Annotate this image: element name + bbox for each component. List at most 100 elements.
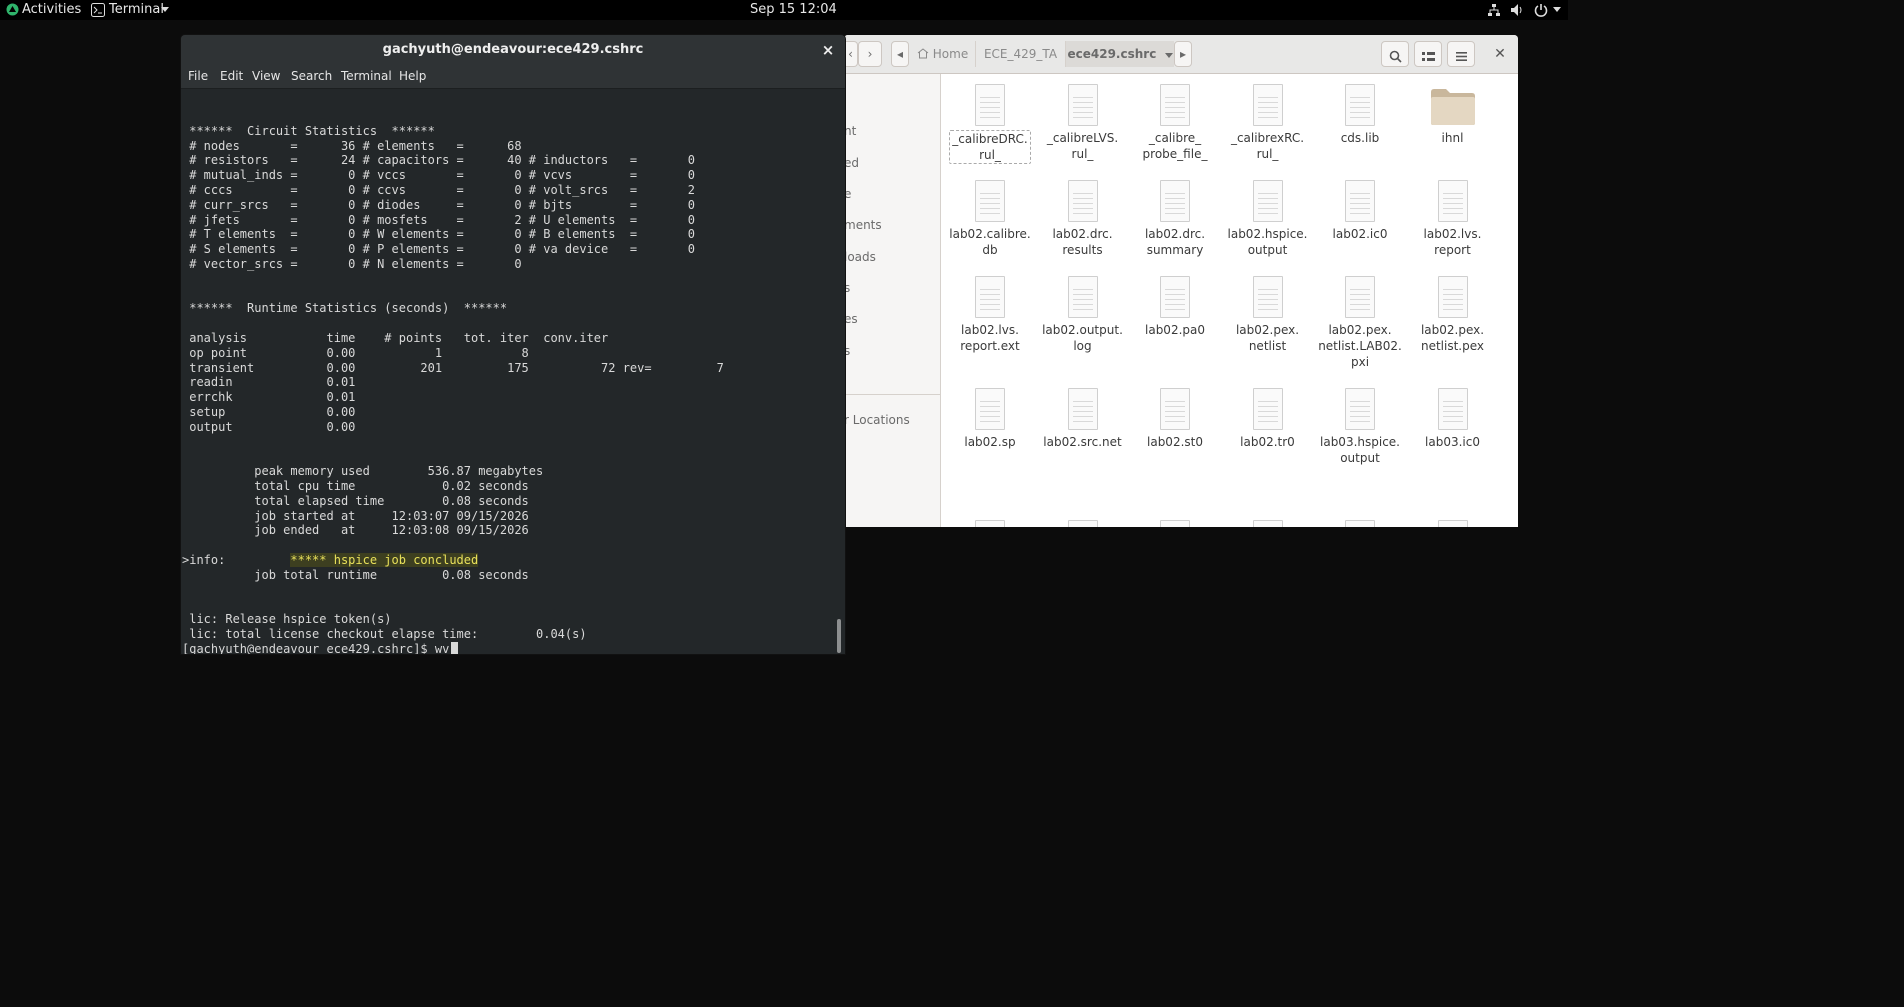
terminal-line: total elapsed time 0.08 seconds — [182, 494, 529, 509]
search-button[interactable] — [1381, 41, 1409, 67]
terminal-line: [gachyuth@endeavour ece429.cshrc]$ wv — [182, 641, 459, 654]
terminal-titlebar[interactable]: gachyuth@endeavour:ece429.cshrc × — [181, 35, 845, 65]
terminal-line: op point 0.00 1 8 — [182, 346, 529, 361]
network-icon[interactable] — [1487, 3, 1501, 23]
terminal-line: readin 0.01 — [182, 375, 355, 390]
file-item[interactable]: _calibre_ probe_file_ — [1131, 84, 1219, 162]
terminal-line-text: # jfets = 0 # mosfets = 2 # U elements =… — [182, 212, 695, 227]
breadcrumb-ece-429-ta[interactable]: ECE_429_TA — [976, 41, 1066, 67]
breadcrumb-current[interactable]: ece429.cshrc — [1066, 41, 1174, 67]
terminal-line: # T elements = 0 # W elements = 0 # B el… — [182, 227, 695, 242]
file-manager-window: ‹ › ◂ Home ECE_429_TA ece429.cshrc ▸ ✕ n… — [844, 35, 1518, 527]
file-name: lab02.lvs. report — [1423, 227, 1482, 257]
terminal-line: # resistors = 24 # capacitors = 40 # ind… — [182, 153, 695, 168]
app-menu-button[interactable]: Terminal — [109, 0, 164, 20]
file-item[interactable]: lab02.pex. netlist.pex — [1409, 276, 1497, 354]
file-item[interactable]: lab02.drc. summary — [1131, 180, 1219, 258]
file-item[interactable]: lab02.hspice. output — [1224, 180, 1312, 258]
file-item[interactable]: _calibrexRC. rul_ — [1224, 84, 1312, 162]
file-manager-headerbar: ‹ › ◂ Home ECE_429_TA ece429.cshrc ▸ ✕ — [844, 35, 1518, 74]
sidebar-item-other-locations[interactable]: r Locations — [844, 413, 910, 427]
sidebar-item-downloads[interactable]: loads — [844, 250, 876, 264]
terminal-line: transient 0.00 201 175 72 rev= 7 — [182, 361, 724, 376]
terminal-scrollbar[interactable] — [834, 89, 844, 654]
file-item[interactable]: lab02.st0 — [1131, 388, 1219, 450]
file-item[interactable]: lab02.lvs. report — [1409, 180, 1497, 258]
file-item[interactable]: _calibreDRC. rul_ — [946, 84, 1034, 164]
folder-icon — [1430, 88, 1476, 126]
file-item[interactable]: lab03.hspice. output — [1316, 388, 1404, 466]
file-item[interactable]: lab02.pex. netlist — [1224, 276, 1312, 354]
terminal-line: >info: ***** hspice job concluded — [182, 553, 479, 568]
terminal-line-text: job ended at 12:03:08 09/15/2026 — [182, 523, 529, 538]
terminal-line-text: # cccs = 0 # ccvs = 0 # volt_srcs = 2 — [182, 183, 695, 197]
file-name: lab02.hspice. output — [1227, 227, 1308, 257]
text-file-icon — [1067, 388, 1098, 430]
menu-edit[interactable]: Edit — [220, 65, 243, 88]
file-item[interactable]: ihnl — [1409, 84, 1497, 146]
sidebar-item-recent[interactable]: nt — [844, 124, 856, 138]
menu-terminal[interactable]: Terminal — [341, 65, 392, 88]
terminal-line-text: errchk 0.01 — [182, 390, 356, 405]
file-item[interactable]: lab02.lvs. report.ext — [946, 276, 1034, 354]
close-window-button[interactable]: × — [819, 41, 837, 59]
file-name: lab03.ic0 — [1425, 435, 1480, 449]
file-item[interactable]: lab03.ic0 — [1409, 388, 1497, 450]
terminal-line: output 0.00 — [182, 420, 355, 435]
activities-button[interactable]: Activities — [22, 0, 81, 20]
terminal-line-text: ****** Runtime Statistics (seconds) ****… — [182, 301, 508, 316]
file-item[interactable]: lab02.calibre. db — [946, 180, 1034, 258]
breadcrumb-home[interactable]: Home — [910, 41, 976, 67]
file-item[interactable]: lab02.pex. netlist.LAB02. pxi — [1316, 276, 1404, 370]
terminal-output[interactable]: ****** Circuit Statistics ****** # nodes… — [181, 89, 833, 654]
file-item[interactable]: lab02.pa0 — [1131, 276, 1219, 338]
terminal-line: analysis time # points tot. iter conv.it… — [182, 331, 608, 346]
text-file-icon — [1160, 520, 1190, 527]
menu-help[interactable]: Help — [399, 65, 426, 88]
path-scroll-right-button[interactable]: ▸ — [1174, 41, 1192, 67]
volume-icon[interactable] — [1510, 3, 1524, 23]
file-item[interactable]: cds.lib — [1316, 84, 1404, 146]
text-file-icon — [975, 180, 1005, 222]
file-item[interactable]: lab02.ic0 — [1316, 180, 1404, 242]
file-item-partial[interactable] — [1224, 520, 1312, 527]
forward-button[interactable]: › — [858, 41, 882, 67]
hamburger-menu-button[interactable] — [1447, 41, 1475, 67]
file-item[interactable]: _calibreLVS. rul_ — [1039, 84, 1127, 162]
text-file-icon — [1252, 520, 1283, 527]
terminal-line-text: peak memory used 536.87 megabytes — [182, 464, 544, 479]
file-item[interactable]: lab02.tr0 — [1224, 388, 1312, 450]
sidebar-item-home[interactable]: e — [844, 187, 851, 201]
terminal-line-text: # vector_srcs = 0 # N elements = 0 — [182, 257, 522, 271]
scrollbar-thumb[interactable] — [837, 619, 841, 653]
file-name: ihnl — [1441, 131, 1464, 145]
text-file-icon — [1067, 84, 1098, 126]
file-name: _calibreLVS. rul_ — [1046, 131, 1119, 161]
back-button[interactable]: ‹ — [844, 41, 858, 67]
file-item[interactable]: lab02.drc. results — [1039, 180, 1127, 258]
file-item-partial[interactable] — [946, 520, 1034, 527]
sidebar-item-starred[interactable]: ed — [844, 156, 859, 170]
file-item-partial[interactable] — [1316, 520, 1404, 527]
file-item-partial[interactable] — [1039, 520, 1127, 527]
system-menu-chevron-icon[interactable] — [1553, 7, 1561, 27]
view-toggle-button[interactable] — [1414, 41, 1442, 67]
file-item-partial[interactable] — [1131, 520, 1219, 527]
file-item[interactable]: lab02.src.net — [1039, 388, 1127, 450]
search-icon — [1389, 47, 1402, 71]
file-item[interactable]: lab02.sp — [946, 388, 1034, 450]
file-item-partial[interactable] — [1409, 520, 1497, 527]
file-item[interactable]: lab02.output. log — [1039, 276, 1127, 354]
menu-view[interactable]: View — [252, 65, 280, 88]
close-window-button[interactable]: ✕ — [1492, 45, 1508, 63]
path-scroll-left-button[interactable]: ◂ — [891, 41, 909, 67]
clock[interactable]: Sep 15 12:04 — [750, 0, 837, 20]
terminal-line: lic: Release hspice token(s) — [182, 612, 391, 627]
text-file-icon — [1437, 180, 1468, 222]
menu-file[interactable]: File — [188, 65, 208, 88]
power-icon[interactable] — [1534, 3, 1548, 23]
terminal-line: job ended at 12:03:08 09/15/2026 — [182, 523, 529, 538]
sidebar-item-documents[interactable]: ments — [844, 218, 882, 232]
menu-search[interactable]: Search — [291, 65, 332, 88]
sidebar-item-pictures[interactable]: es — [844, 312, 858, 326]
